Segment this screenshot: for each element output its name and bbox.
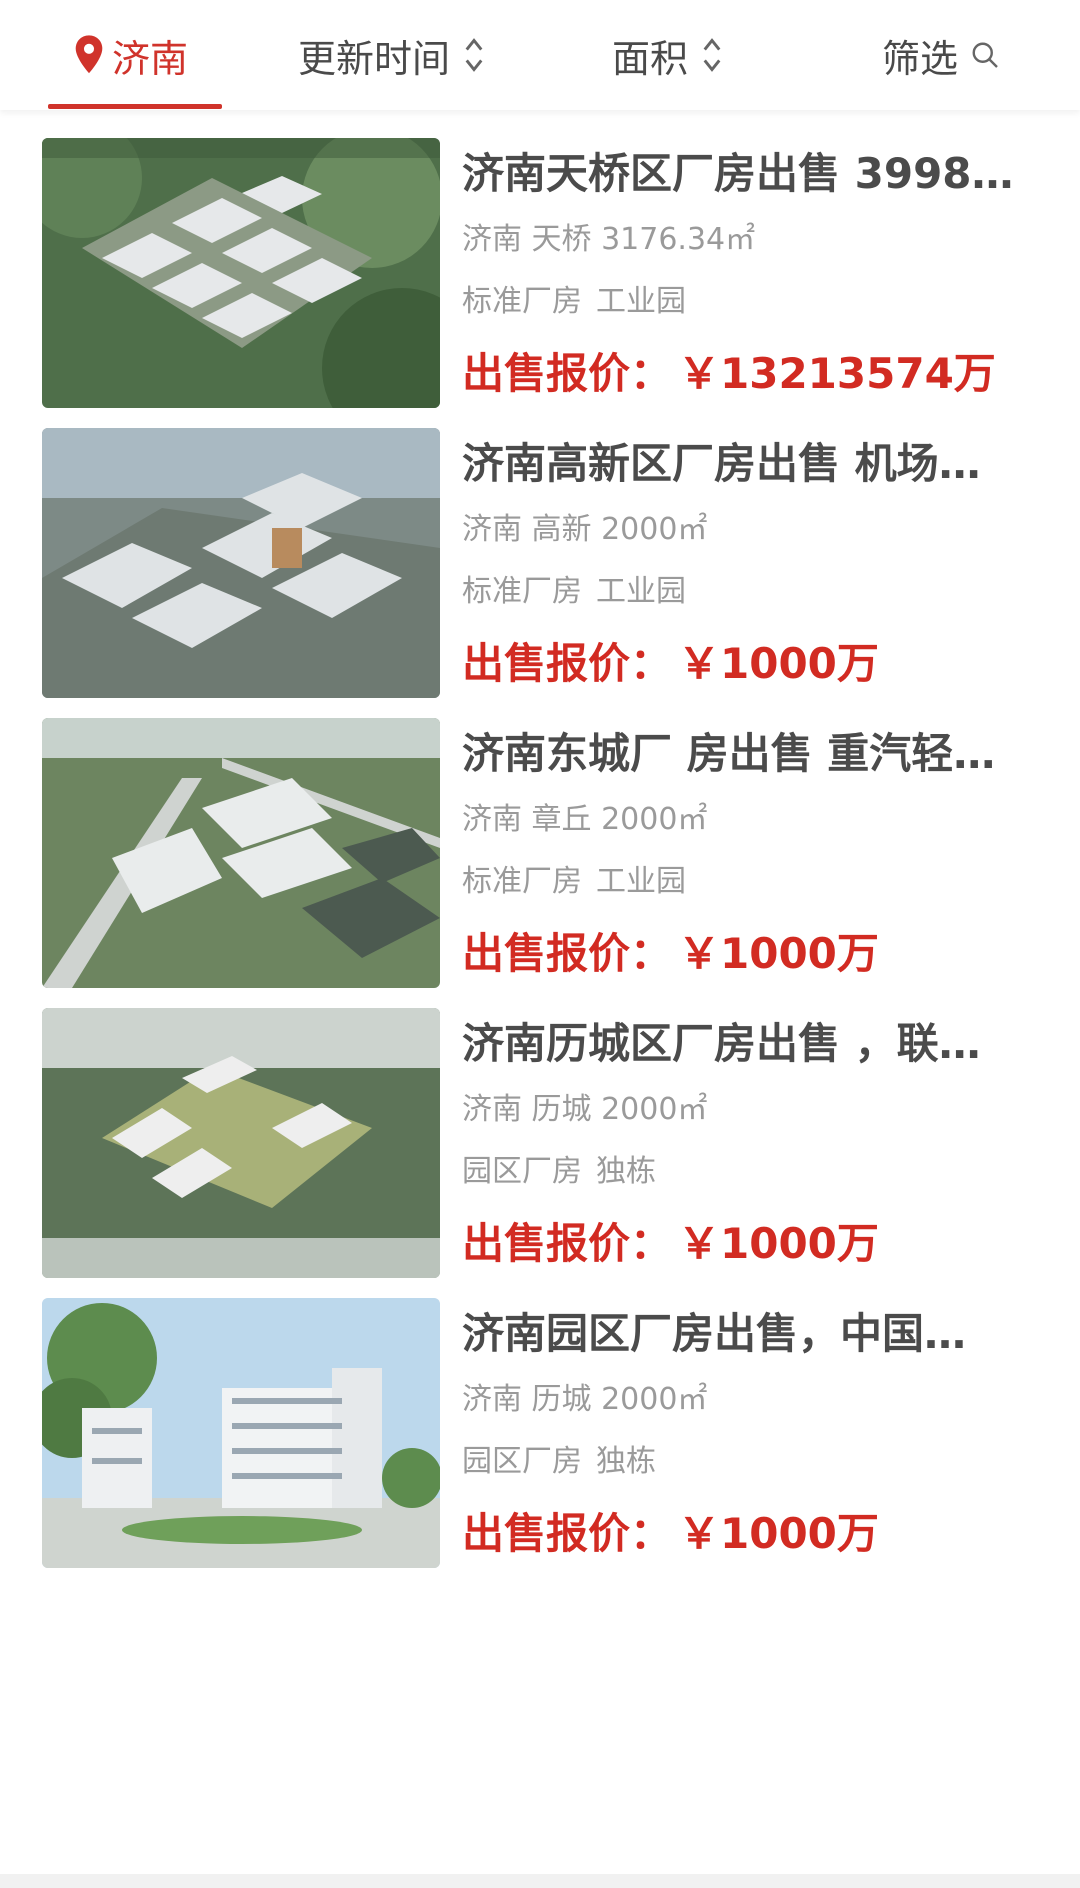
listing-card[interactable]: 济南园区厂房出售，中国… 济南 历城 2000㎡ 园区厂房 独栋 出售报价： ￥10… <box>0 1270 1080 1600</box>
price-label: 出售报价： <box>462 349 673 398</box>
listing-tags: 园区厂房 独栋 <box>462 1152 1032 1192</box>
listing-photo <box>42 1008 440 1278</box>
listing-location: 济南 历城 2000㎡ <box>462 1382 708 1417</box>
city-selector[interactable]: 济南 <box>72 22 188 88</box>
tag: 工业园 <box>596 284 686 319</box>
active-tab-indicator <box>48 104 222 109</box>
location-pin-icon <box>75 35 103 74</box>
listing-tags: 标准厂房 工业园 <box>462 572 1032 612</box>
tag: 独栋 <box>596 1444 656 1479</box>
listing-tags: 标准厂房 工业园 <box>462 862 1032 902</box>
sort-by-area[interactable]: 面积 <box>612 22 724 88</box>
sort-area-label: 面积 <box>612 36 689 81</box>
listing-card[interactable]: 济南天桥区厂房出售 3998… 济南 天桥 3176.34㎡ 标准厂房 工业园 出… <box>0 110 1080 440</box>
listing-location: 济南 高新 2000㎡ <box>462 512 708 547</box>
list-bottom-divider <box>0 1874 1080 1888</box>
price-label: 出售报价： <box>462 1219 673 1268</box>
listing-photo <box>42 428 440 698</box>
listing-title: 济南高新区厂房出售 机场… <box>462 439 981 488</box>
sort-time-label: 更新时间 <box>298 36 451 81</box>
listing-title: 济南历城区厂房出售 ，联… <box>462 1019 981 1068</box>
tag: 工业园 <box>596 574 686 609</box>
listing-price: 出售报价： ￥1000万 <box>462 1504 1032 1564</box>
listing-photo <box>42 718 440 988</box>
listing-photo <box>42 1298 440 1568</box>
listing-card[interactable]: 济南东城厂 房出售 重汽轻… 济南 章丘 2000㎡ 标准厂房 工业园 出售报价：… <box>0 690 1080 1020</box>
tag: 独栋 <box>596 1154 656 1189</box>
sort-by-update-time[interactable]: 更新时间 <box>298 22 486 88</box>
tag: 工业园 <box>596 864 686 899</box>
listing-price: 出售报价： ￥13213574万 <box>462 344 1032 404</box>
listing-location: 济南 章丘 2000㎡ <box>462 802 708 837</box>
sort-updown-icon <box>465 38 483 72</box>
filter-label: 筛选 <box>882 36 959 81</box>
price-label: 出售报价： <box>462 639 673 688</box>
price-value: ￥13213574万 <box>678 349 996 398</box>
listing-price: 出售报价： ￥1000万 <box>462 1214 1032 1274</box>
listing-price: 出售报价： ￥1000万 <box>462 924 1032 984</box>
price-label: 出售报价： <box>462 1509 673 1558</box>
listing-location: 济南 历城 2000㎡ <box>462 1092 708 1127</box>
listing-card[interactable]: 济南历城区厂房出售 ，联… 济南 历城 2000㎡ 园区厂房 独栋 出售报价： ￥1… <box>0 980 1080 1310</box>
listing-title: 济南园区厂房出售，中国… <box>462 1309 967 1358</box>
search-icon <box>972 42 998 68</box>
price-value: ￥1000万 <box>678 1509 879 1558</box>
price-value: ￥1000万 <box>678 639 879 688</box>
listing-price: 出售报价： ￥1000万 <box>462 634 1032 694</box>
listing-tags: 标准厂房 工业园 <box>462 282 1032 322</box>
tag: 标准厂房 <box>462 864 582 899</box>
filter-bar: 济南 更新时间 面积 筛选 <box>0 0 1080 110</box>
price-value: ￥1000万 <box>678 929 879 978</box>
listing-title: 济南天桥区厂房出售 3998… <box>462 149 1014 198</box>
listing-photo <box>42 138 440 408</box>
listing-title: 济南东城厂 房出售 重汽轻… <box>462 729 996 778</box>
listing-tags: 园区厂房 独栋 <box>462 1442 1032 1482</box>
listing-card[interactable]: 济南高新区厂房出售 机场… 济南 高新 2000㎡ 标准厂房 工业园 出售报价： ￥… <box>0 400 1080 730</box>
sort-updown-icon <box>703 38 721 72</box>
city-label: 济南 <box>112 36 189 81</box>
tag: 园区厂房 <box>462 1154 582 1189</box>
tag: 标准厂房 <box>462 574 582 609</box>
filter-button[interactable]: 筛选 <box>882 22 1000 88</box>
tag: 园区厂房 <box>462 1444 582 1479</box>
price-label: 出售报价： <box>462 929 673 978</box>
price-value: ￥1000万 <box>678 1219 879 1268</box>
tag: 标准厂房 <box>462 284 582 319</box>
listing-location: 济南 天桥 3176.34㎡ <box>462 222 756 257</box>
